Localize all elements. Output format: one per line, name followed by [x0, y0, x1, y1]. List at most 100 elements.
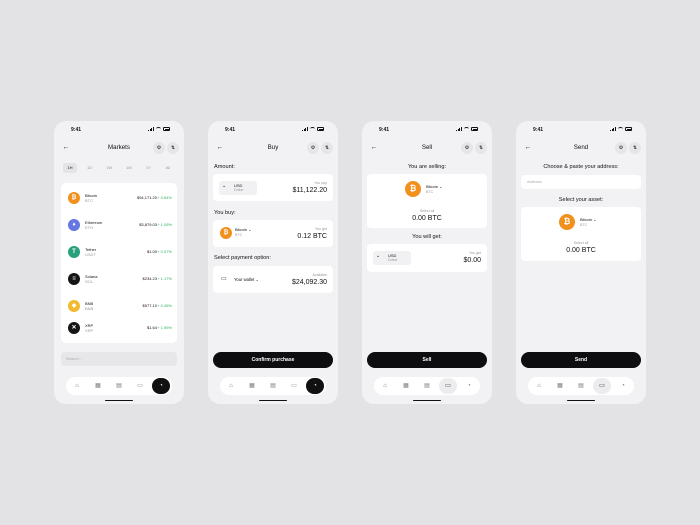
wifi-icon	[310, 127, 315, 131]
get-value: 0.12 BTC	[297, 233, 327, 240]
home-icon[interactable]: ⌂	[530, 378, 548, 394]
chevron-down-icon: ⌄	[376, 253, 381, 259]
pie-chart-icon[interactable]: ◔	[306, 378, 324, 394]
select-all-link[interactable]: Select all	[521, 241, 641, 245]
status-bar: 9:41	[516, 127, 646, 135]
currency-code: USD	[234, 182, 243, 188]
bitcoin-icon: ₿	[559, 214, 575, 230]
coin-change: + 1.05%	[157, 222, 172, 227]
settings-icon[interactable]: ⚙	[615, 142, 627, 154]
coin-symbol: BTC	[85, 198, 93, 203]
pie-chart-icon[interactable]: ◔	[152, 378, 170, 394]
coin-symbol: BTC	[426, 189, 434, 194]
timeframe-tabs: 1H 1D 1W 1M 1Y All	[61, 162, 177, 174]
document-icon[interactable]: ▤	[572, 378, 590, 394]
wallet-icon[interactable]: ▭	[439, 378, 457, 394]
bitcoin-icon: ₿	[220, 227, 232, 239]
pie-chart-icon[interactable]: ◔	[460, 378, 478, 394]
status-bar: 9:41	[208, 127, 338, 135]
address-input[interactable]: Address	[521, 175, 641, 189]
settings-icon[interactable]: ⚙	[153, 142, 165, 154]
sort-icon[interactable]: ⇅	[321, 142, 333, 154]
tab-1w[interactable]: 1W	[102, 163, 116, 173]
coin-price: $3,879.03	[139, 222, 157, 227]
home-icon[interactable]: ⌂	[222, 378, 240, 394]
document-icon[interactable]: ▤	[264, 378, 282, 394]
home-indicator	[105, 399, 133, 401]
document-icon[interactable]: ▤	[418, 378, 436, 394]
amount-label: Amount:	[214, 164, 235, 170]
sort-icon[interactable]: ⇅	[167, 142, 179, 154]
settings-icon[interactable]: ⚙	[307, 142, 319, 154]
sell-button[interactable]: Sell	[367, 352, 487, 368]
coin-label: Bitcoin	[235, 227, 248, 232]
battery-icon	[471, 127, 478, 131]
market-row-xrp[interactable]: ✕ XRP XRP $1.64 + 1.95%	[61, 322, 177, 344]
settings-icon[interactable]: ⚙	[461, 142, 473, 154]
tab-1d[interactable]: 1D	[83, 163, 97, 173]
select-all-link[interactable]: Select all	[367, 209, 487, 213]
bitcoin-icon: ₿	[405, 181, 421, 197]
coin-price: $1.00	[146, 249, 157, 254]
wallet-icon[interactable]: ▭	[593, 378, 611, 394]
bottom-nav: ⌂ ▦ ▤ ▭ ◔	[66, 377, 172, 395]
pay-label: You pay	[314, 181, 327, 185]
wifi-icon	[618, 127, 623, 131]
will-get-label: You will get:	[412, 234, 442, 240]
payment-option-label: Select payment option:	[214, 255, 271, 261]
tab-1y[interactable]: 1Y	[141, 163, 155, 173]
currency-selector[interactable]: ⌄ USD Dollar	[373, 251, 411, 265]
coin-name: XRP XRP	[85, 323, 93, 333]
grid-icon[interactable]: ▦	[89, 378, 107, 394]
coin-symbol: BNB	[85, 306, 94, 311]
currency-code: USD	[388, 252, 397, 258]
tab-1m[interactable]: 1M	[122, 163, 136, 173]
market-row-tether[interactable]: T Tether USDT $1.00 + 0.07%	[61, 241, 177, 263]
grid-icon[interactable]: ▦	[397, 378, 415, 394]
home-icon[interactable]: ⌂	[376, 378, 394, 394]
coin-selector[interactable]: Bitcoin ⌄ BTC	[426, 184, 443, 194]
document-icon[interactable]: ▤	[110, 378, 128, 394]
market-row-bitcoin[interactable]: ₿ Bitcoin BTC $94,171.20 + 0.64%	[61, 187, 177, 209]
tab-1h[interactable]: 1H	[63, 163, 77, 173]
coin-change: + 1.95%	[157, 325, 172, 330]
sort-icon[interactable]: ⇅	[475, 142, 487, 154]
currency-selector[interactable]: ⌄ USD Dollar	[219, 181, 257, 195]
market-row-bnb[interactable]: ◆ BNB BNB $577.10 + 0.46%	[61, 295, 177, 317]
chevron-down-icon: ⌄	[255, 277, 260, 282]
coin-selector[interactable]: Bitcoin ⌄ BTC	[235, 227, 252, 237]
grid-icon[interactable]: ▦	[243, 378, 261, 394]
market-row-ethereum[interactable]: ♦ Ethereum ETH $3,879.03 + 1.05%	[61, 214, 177, 236]
confirm-purchase-button[interactable]: Confirm purchase	[213, 352, 333, 368]
send-button[interactable]: Send	[521, 352, 641, 368]
home-indicator	[259, 399, 287, 401]
signal-icon	[456, 127, 462, 131]
chevron-down-icon: ⌄	[222, 183, 227, 189]
wifi-icon	[464, 127, 469, 131]
coin-change: + 0.07%	[157, 249, 172, 254]
currency-sub: Dollar	[388, 258, 398, 262]
xrp-icon: ✕	[68, 322, 80, 334]
market-row-solana[interactable]: ≡ Solana SOL $234.23 + 1.17%	[61, 268, 177, 290]
home-icon[interactable]: ⌂	[68, 378, 86, 394]
coin-selector[interactable]: Bitcoin ⌄ BTC	[580, 217, 597, 227]
search-input[interactable]: Search...	[61, 352, 177, 366]
wifi-icon	[156, 127, 161, 131]
asset-card: ₿ Bitcoin ⌄ BTC Select all 0.00 BTC	[521, 207, 641, 261]
bottom-nav: ⌂ ▦ ▤ ▭ ◔	[220, 377, 326, 395]
sort-icon[interactable]: ⇅	[629, 142, 641, 154]
wallet-icon[interactable]: ▭	[131, 378, 149, 394]
battery-icon	[317, 127, 324, 131]
tab-all[interactable]: All	[161, 163, 175, 173]
pay-value: $11,122.20	[292, 187, 327, 194]
grid-icon[interactable]: ▦	[551, 378, 569, 394]
coin-label: Bitcoin	[426, 184, 439, 189]
chevron-down-icon: ⌄	[248, 227, 252, 232]
coin-change: + 0.64%	[157, 195, 172, 200]
wallet-selector[interactable]: Your wallet ⌄	[234, 277, 259, 282]
pie-chart-icon[interactable]: ◔	[614, 378, 632, 394]
coin-name: Ethereum ETH	[85, 220, 102, 230]
status-bar: 9:41	[362, 127, 492, 135]
wallet-icon[interactable]: ▭	[285, 378, 303, 394]
asset-label: Select your asset:	[558, 197, 604, 203]
